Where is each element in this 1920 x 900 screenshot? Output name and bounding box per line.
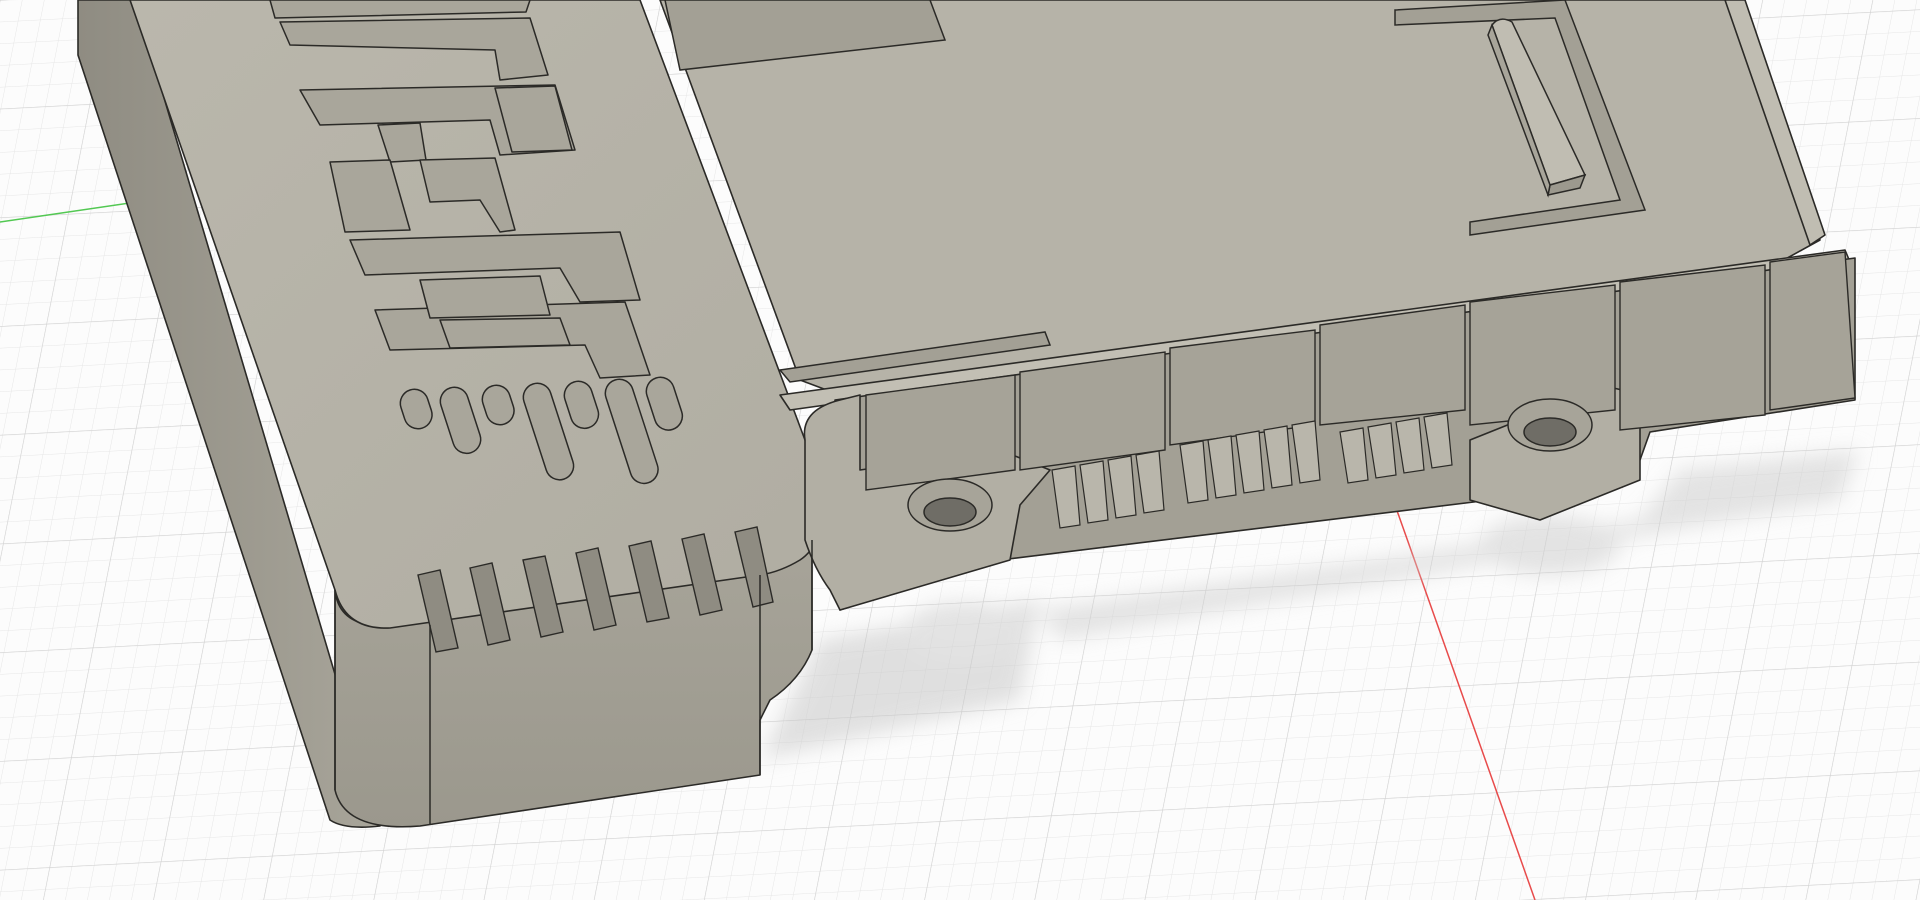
cad-viewport[interactable] xyxy=(0,0,1920,900)
scene-canvas[interactable] xyxy=(0,0,1920,900)
mounting-hole-left xyxy=(907,478,993,532)
mounting-hole-right xyxy=(1507,398,1593,452)
